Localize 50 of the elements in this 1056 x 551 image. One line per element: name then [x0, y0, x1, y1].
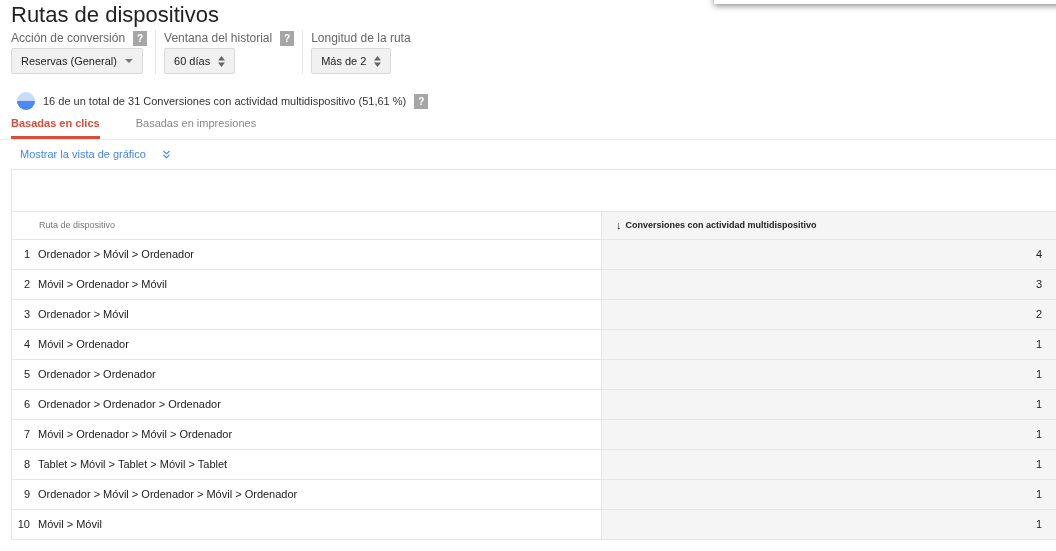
help-button[interactable]: ?: [414, 93, 429, 109]
table-cell: 1: [601, 450, 1056, 479]
table-cell-text: Ordenador > Ordenador > Ordenador: [38, 397, 221, 413]
table-cell: 1: [601, 390, 1056, 419]
table-cell-text: Ordenador > Móvil > Ordenador > Móvil > Ordenador: [38, 487, 298, 503]
tab[interactable]: Basadas en clics: [11, 115, 100, 139]
chart-view-link[interactable]: Mostrar la vista de gráfico: [20, 146, 146, 163]
table-cell: 1: [601, 420, 1056, 449]
page-title: Rutas de dispositivos: [11, 1, 219, 29]
filter-label: Ventana del historial: [164, 30, 273, 47]
table-cell-text: Móvil > Ordenador > Móvil > Ordenador: [38, 427, 233, 443]
table-cell: 4: [601, 240, 1056, 269]
column-header[interactable]: Ruta de dispositivo: [12, 212, 601, 239]
table-cell-text: Móvil > Ordenador > Móvil: [38, 277, 167, 293]
row-number: 1: [22, 247, 31, 263]
row-number: 4: [22, 337, 31, 353]
row-number: 2: [22, 277, 31, 293]
dropdown-button[interactable]: Reservas (General): [11, 48, 143, 74]
table-cell: 3: [601, 270, 1056, 299]
table-cell-text: Ordenador > Móvil > Ordenador: [38, 247, 194, 263]
filter-label: Acción de conversión: [11, 30, 126, 47]
row-number: 5: [22, 367, 31, 383]
table-cell: 1: [601, 480, 1056, 509]
table-cell-text: Ordenador > Ordenador: [38, 367, 156, 383]
row-number: 7: [22, 427, 31, 443]
up-down-icon: [218, 55, 226, 67]
filter-label: Longitud de la ruta: [311, 30, 411, 47]
pie-icon: [17, 92, 35, 110]
help-button[interactable]: ?: [280, 30, 295, 46]
table-cell-text: Tablet > Móvil > Tablet > Móvil > Tablet: [38, 457, 228, 473]
table-cell: 1: [601, 330, 1056, 359]
row-number: 10: [16, 517, 31, 533]
summary-text: 16 de un total de 31 Conversiones con actividad multidispositivo (51,61 %): [43, 93, 407, 109]
tab[interactable]: Basadas en impresiones: [135, 115, 257, 139]
table-cell-text: Móvil > Móvil: [38, 517, 102, 533]
table-cell: 1: [601, 510, 1056, 539]
row-number: 8: [22, 457, 31, 473]
stepper-button[interactable]: 60 días: [164, 48, 236, 74]
table-cell-text: Ordenador > Móvil: [38, 307, 129, 323]
row-number: 9: [22, 487, 31, 503]
table-cell: 2: [601, 300, 1056, 329]
table-cell-text: Móvil > Ordenador: [38, 337, 129, 353]
table-cell: 1: [601, 360, 1056, 389]
help-button[interactable]: ?: [133, 30, 148, 46]
column-header[interactable]: ↓ Conversiones con actividad multidispositivo: [601, 212, 1056, 239]
row-number: 3: [22, 307, 31, 323]
up-down-icon: [374, 55, 382, 67]
stepper-button[interactable]: Más de 2: [311, 48, 392, 74]
row-number: 6: [22, 397, 31, 413]
caret-icon: [125, 59, 133, 63]
